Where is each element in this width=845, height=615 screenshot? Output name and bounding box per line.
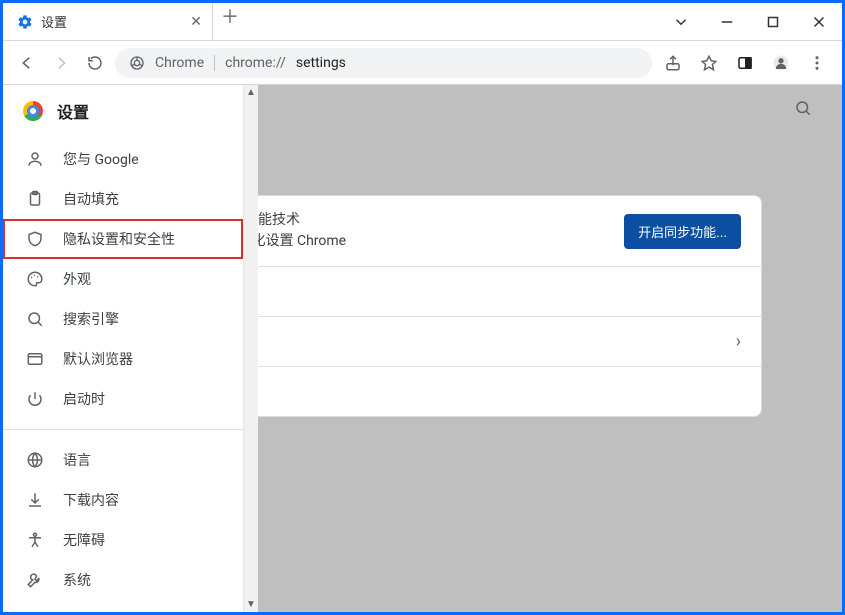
person-icon <box>25 149 45 169</box>
scroll-down-icon[interactable]: ▼ <box>244 599 258 610</box>
menu-icon[interactable] <box>802 48 832 78</box>
sidebar-item-search[interactable]: 搜索引擎 <box>3 299 243 339</box>
sidebar-item-globe[interactable]: 语言 <box>3 440 243 480</box>
sidebar-title: 设置 <box>57 99 89 123</box>
share-icon[interactable] <box>658 48 688 78</box>
titlebar: 设置 ✕ ＋ <box>3 3 842 41</box>
wrench-icon <box>25 570 45 590</box>
sidebar-item-label: 隐私设置和安全性 <box>63 229 175 249</box>
sidebar-scrollbar[interactable]: ▲ ▼ <box>243 85 258 612</box>
content-area: 智能技术 ±化设置 Chrome 开启同步功能... › 斗 › › 设置 您与… <box>3 85 842 612</box>
shield-icon <box>25 229 45 249</box>
sidebar-header: 设置 <box>3 99 243 139</box>
bookmark-icon[interactable] <box>694 48 724 78</box>
chrome-logo-icon <box>23 101 43 121</box>
back-button[interactable] <box>13 49 41 77</box>
sidebar-item-person[interactable]: 您与 Google <box>3 139 243 179</box>
sync-card-row-3[interactable]: 斗 › <box>224 316 761 366</box>
omnibox-divider <box>214 55 215 71</box>
sidebar-item-power[interactable]: 启动时 <box>3 379 243 419</box>
browser-tab[interactable]: 设置 ✕ <box>3 3 213 40</box>
sidebar-item-wrench[interactable]: 系统 <box>3 560 243 600</box>
sync-card-line1: 智能技术 <box>244 210 346 231</box>
sync-card-row-2[interactable]: › <box>224 266 761 316</box>
forward-button[interactable] <box>47 49 75 77</box>
sidebar-item-label: 下载内容 <box>63 490 119 510</box>
sidebar-item-label: 无障碍 <box>63 530 105 550</box>
sidebar-item-label: 您与 Google <box>63 149 139 169</box>
browser-icon <box>25 349 45 369</box>
sidebar-item-shield[interactable]: 隐私设置和安全性 <box>3 219 243 259</box>
globe-icon <box>25 450 45 470</box>
clipboard-icon <box>25 189 45 209</box>
search-icon <box>25 309 45 329</box>
sync-card: 智能技术 ±化设置 Chrome 开启同步功能... › 斗 › › <box>223 195 762 417</box>
omnibox-path: settings <box>296 55 346 71</box>
sync-card-line2: ±化设置 Chrome <box>244 231 346 252</box>
turn-on-sync-button[interactable]: 开启同步功能... <box>624 214 741 249</box>
tab-title: 设置 <box>41 12 67 31</box>
a11y-icon <box>25 530 45 550</box>
sidebar-separator <box>3 429 243 430</box>
gear-icon <box>17 14 33 30</box>
sync-card-row-4[interactable]: › <box>224 366 761 416</box>
chrome-product-icon <box>129 55 145 71</box>
address-bar[interactable]: Chrome chrome:// settings <box>115 48 652 78</box>
close-tab-icon[interactable]: ✕ <box>190 14 202 30</box>
close-window-button[interactable] <box>796 3 842 40</box>
side-panel-icon[interactable] <box>730 48 760 78</box>
power-icon <box>25 389 45 409</box>
settings-sidebar: 设置 您与 Google 自动填充隐私设置和安全性外观搜索引擎默认浏览器启动时 语… <box>3 85 258 612</box>
omnibox-product: Chrome <box>155 55 204 71</box>
toolbar: Chrome chrome:// settings <box>3 41 842 85</box>
sidebar-item-download[interactable]: 下载内容 <box>3 480 243 520</box>
sync-card-header: 智能技术 ±化设置 Chrome 开启同步功能... <box>224 196 761 266</box>
search-settings-icon[interactable] <box>794 99 812 117</box>
palette-icon <box>25 269 45 289</box>
scroll-up-icon[interactable]: ▲ <box>244 87 258 98</box>
sidebar-item-label: 默认浏览器 <box>63 349 133 369</box>
download-icon <box>25 490 45 510</box>
sidebar-item-palette[interactable]: 外观 <box>3 259 243 299</box>
reload-button[interactable] <box>81 49 109 77</box>
sidebar-item-label: 语言 <box>63 450 91 470</box>
sidebar-item-label: 自动填充 <box>63 189 119 209</box>
sidebar-item-a11y[interactable]: 无障碍 <box>3 520 243 560</box>
chevron-right-icon: › <box>736 331 741 352</box>
minimize-button[interactable] <box>704 3 750 40</box>
new-tab-button[interactable]: ＋ <box>213 3 247 29</box>
omnibox-scheme: chrome:// <box>225 55 286 71</box>
sidebar-item-clipboard[interactable]: 自动填充 <box>3 179 243 219</box>
sidebar-item-label: 外观 <box>63 269 91 289</box>
maximize-button[interactable] <box>750 3 796 40</box>
sidebar-item-browser[interactable]: 默认浏览器 <box>3 339 243 379</box>
sidebar-item-label: 搜索引擎 <box>63 309 119 329</box>
window-controls <box>658 3 842 40</box>
chevron-down-icon[interactable] <box>658 3 704 40</box>
sidebar-item-label: 系统 <box>63 570 91 590</box>
profile-icon[interactable] <box>766 48 796 78</box>
sidebar-item-label: 启动时 <box>63 389 105 409</box>
